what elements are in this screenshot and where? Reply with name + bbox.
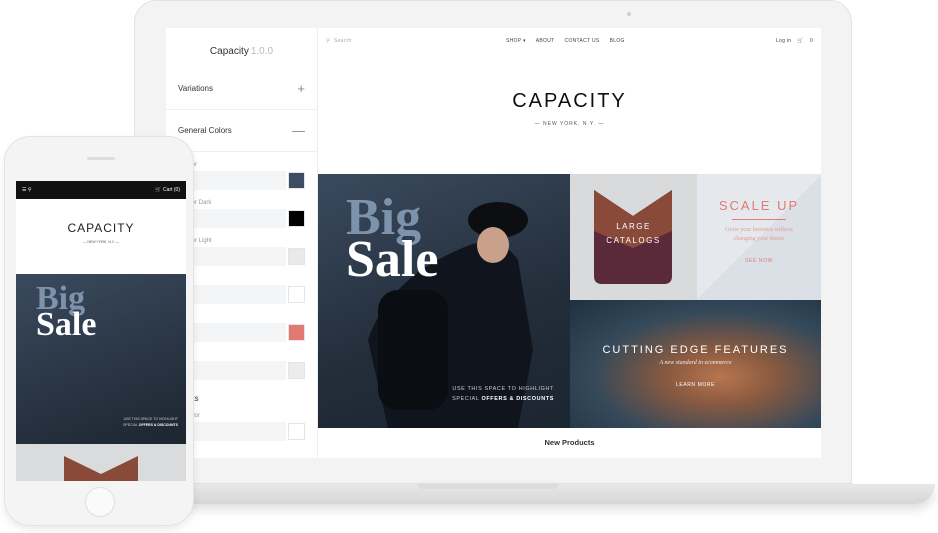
top-nav: ⚲ Search SHOP ▾ ABOUT CONTACT US BLOG Log in… <box>318 28 821 54</box>
color-swatch[interactable] <box>288 172 305 189</box>
color-input[interactable]: a1ba <box>178 323 286 342</box>
plus-icon[interactable]: + <box>297 81 305 96</box>
hero-sale: Sale <box>346 231 439 288</box>
color-input[interactable]: e9eb <box>178 247 286 266</box>
color-swatch[interactable] <box>288 324 305 341</box>
color-swatch[interactable] <box>288 248 305 265</box>
panel-title: Capacity 1.0.0 <box>209 46 274 57</box>
cart-icon[interactable]: 🛒 <box>797 38 804 44</box>
color-input[interactable]: f <box>178 285 286 304</box>
store-preview: ⚲ Search SHOP ▾ ABOUT CONTACT US BLOG Log in… <box>318 28 821 458</box>
color-label: Color <box>178 266 305 285</box>
see-now-link[interactable]: SEE NOW <box>697 258 821 264</box>
menu-icon[interactable]: ☰ <box>22 187 26 193</box>
mobile-cart[interactable]: 🛒 Cart (0) <box>155 187 180 193</box>
color-input[interactable]: 809a <box>178 171 286 190</box>
store-logo[interactable]: CAPACITY <box>318 90 821 113</box>
laptop-screen: Capacity 1.0.0 Variations + General Colors… <box>166 28 821 458</box>
tile-scale-up[interactable]: SCALE UP Grow your business without chan… <box>697 174 821 300</box>
camera-dot <box>627 12 631 16</box>
hero-caption: USE THIS SPACE TO HIGHLIGHT SPECIAL OFFER… <box>452 386 554 402</box>
mobile-top-bar: ☰ ⚲ 🛒 Cart (0) <box>16 181 186 199</box>
color-swatch[interactable] <box>288 210 305 227</box>
color-swatch[interactable] <box>288 286 305 303</box>
color-swatch[interactable] <box>288 423 305 440</box>
laptop-notch <box>418 484 558 489</box>
color-input[interactable] <box>178 422 286 441</box>
color-input[interactable]: e9eb <box>178 361 286 380</box>
nav-blog[interactable]: BLOG <box>610 38 625 44</box>
color-swatch[interactable] <box>288 362 305 379</box>
section-variations[interactable]: Variations + <box>166 68 317 110</box>
color-label: olor <box>178 304 305 323</box>
mobile-logo[interactable]: CAPACITY <box>16 221 186 235</box>
color-label: y Color Dark <box>178 200 212 206</box>
color-label: y Color <box>178 152 305 171</box>
new-products-heading: New Products <box>544 438 595 447</box>
color-label: ss Color <box>178 403 305 422</box>
cart-count: 0 <box>809 38 813 44</box>
wallet-image <box>64 456 138 481</box>
nav-contact[interactable]: CONTACT US <box>565 38 600 44</box>
store-location: — NEW YORK, N.Y. — <box>534 121 605 127</box>
tile-cutting-edge[interactable]: CUTTING EDGE FEATURES A new standard in … <box>570 300 821 428</box>
mobile-hero[interactable]: Big Sale USE THIS SPACE TO HIGHLIGHT SPEC… <box>16 274 186 444</box>
phone-screen: ☰ ⚲ 🛒 Cart (0) CAPACITY — NEW YORK, N.Y. … <box>16 181 186 481</box>
nav-about[interactable]: ABOUT <box>536 38 555 44</box>
tile-large-catalogs[interactable]: LARGE CATALOGS <box>570 174 697 300</box>
home-button <box>85 487 115 517</box>
search-box[interactable]: ⚲ Search <box>326 38 506 44</box>
learn-more-link[interactable]: LEARN MORE <box>570 382 821 388</box>
color-input[interactable]: 505b <box>178 209 286 228</box>
mobile-location: — NEW YORK, N.Y. — <box>82 240 120 244</box>
search-icon: ⚲ <box>326 38 330 44</box>
search-icon[interactable]: ⚲ <box>28 187 32 193</box>
theme-version: 1.0.0 <box>250 46 274 57</box>
phone-frame: ☰ ⚲ 🛒 Cart (0) CAPACITY — NEW YORK, N.Y. … <box>4 136 194 526</box>
mobile-catalog-tile[interactable] <box>16 444 186 481</box>
color-label: y Color Light <box>178 238 212 244</box>
color-label: Color <box>178 342 305 361</box>
minus-icon[interactable]: — <box>292 123 305 138</box>
login-link[interactable]: Log in <box>776 38 791 44</box>
nav-shop[interactable]: SHOP ▾ <box>506 38 526 44</box>
hero-banner[interactable]: Big Sale USE THIS SPACE TO HIGHLIGHT SPEC… <box>318 174 570 428</box>
phone-speaker <box>87 157 115 160</box>
